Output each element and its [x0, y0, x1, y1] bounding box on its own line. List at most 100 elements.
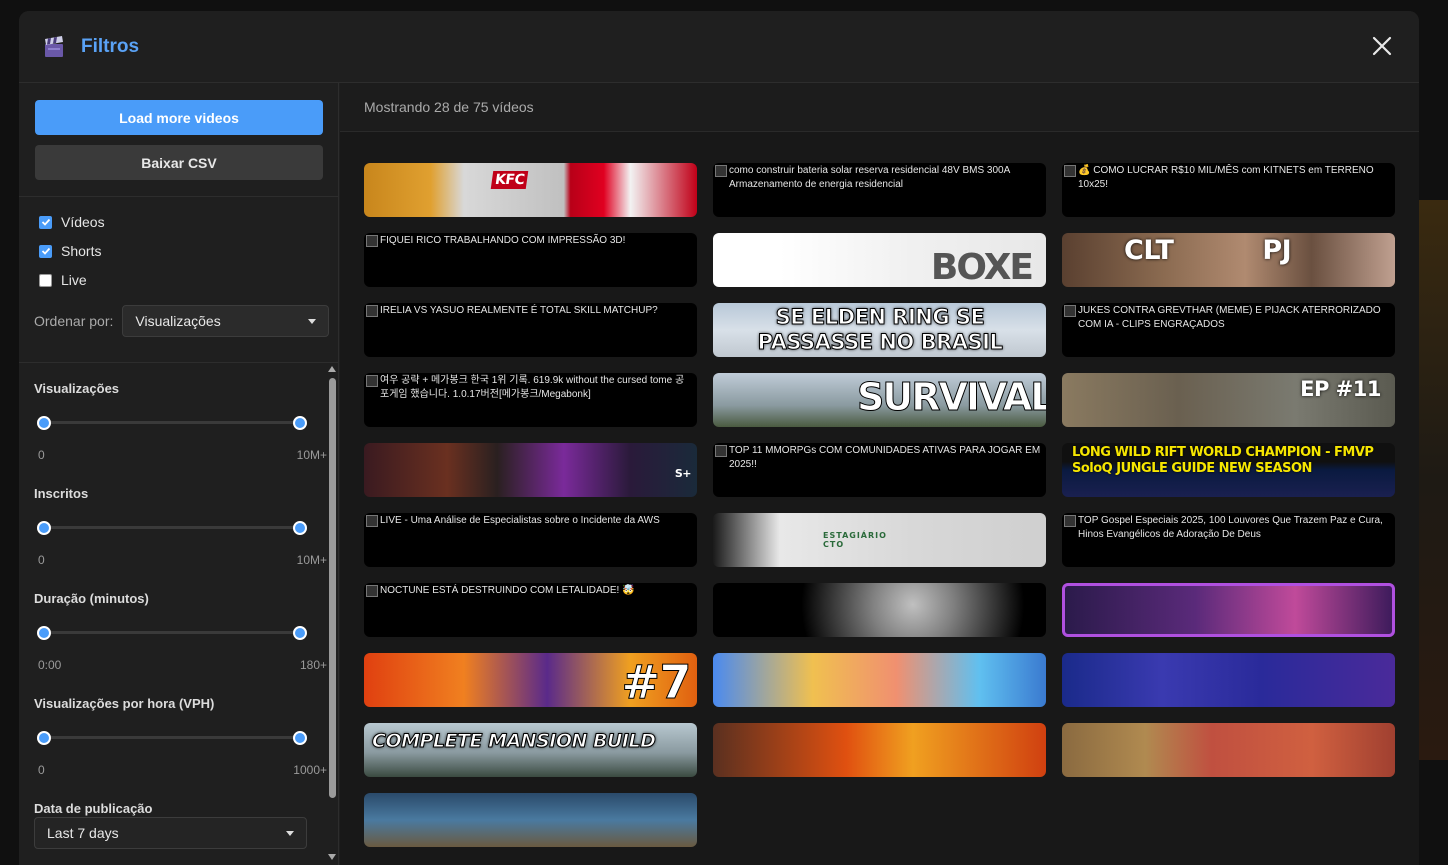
date-select[interactable]: Last 7 days [34, 817, 307, 849]
broken-image-icon [715, 165, 727, 177]
range-max-label: 180+ [299, 658, 327, 672]
video-card[interactable] [1062, 723, 1395, 777]
video-card[interactable]: ESTAGIÁRIO CTO [713, 513, 1046, 567]
broken-thumbnail-alt-text: TOP 11 MMORPGs COM COMUNIDADES ATIVAS PA… [713, 444, 1046, 472]
filters-modal: Filtros Load more videos Baixar CSV Víde… [19, 11, 1419, 865]
scroll-up-icon[interactable] [328, 366, 336, 372]
modal-header: Filtros [19, 11, 1419, 83]
video-card[interactable]: JUKES CONTRA GREVTHAR (MEME) E PIJACK AT… [1062, 303, 1395, 357]
scrollbar-thumb[interactable] [329, 378, 336, 798]
results-status-bar: Mostrando 28 de 75 vídeos [340, 83, 1419, 132]
checkbox-unchecked-icon[interactable] [39, 273, 52, 287]
broken-image-icon [366, 375, 378, 387]
video-title: 여우 공략 + 메가봉크 한국 1위 기록. 619.9k without th… [380, 375, 685, 400]
thumbnail-text: S+ [674, 467, 692, 480]
video-card[interactable] [713, 583, 1046, 637]
thumbnail-text: SE ELDEN RING SE PASSASSE NO BRASIL [757, 305, 1003, 355]
sort-select[interactable]: Visualizações [122, 305, 330, 337]
close-icon[interactable] [1371, 35, 1393, 57]
range-track[interactable] [44, 631, 300, 634]
sidebar-scrollbar[interactable] [327, 366, 337, 862]
range-track[interactable] [44, 736, 300, 739]
thumbnail-text: KFC [490, 171, 529, 189]
video-card[interactable]: #7 [364, 653, 697, 707]
video-card[interactable]: COMPLETE MANSION BUILD [364, 723, 697, 777]
video-card[interactable]: 여우 공략 + 메가봉크 한국 1위 기록. 619.9k without th… [364, 373, 697, 427]
chevron-down-icon [286, 830, 294, 836]
broken-image-icon [715, 445, 727, 457]
checkbox-videos[interactable]: Vídeos [39, 214, 105, 230]
range-max-handle[interactable] [293, 731, 307, 745]
video-title: LIVE - Uma Análise de Especialistas sobr… [380, 515, 660, 526]
video-card[interactable]: TOP Gospel Especiais 2025, 100 Louvores … [1062, 513, 1395, 567]
video-card[interactable]: IRELIA VS YASUO REALMENTE É TOTAL SKILL … [364, 303, 697, 357]
range-min-handle[interactable] [37, 731, 51, 745]
filter-duration: Duração (minutos) 0:00 180+ [34, 591, 327, 672]
date-value: Last 7 days [47, 825, 119, 841]
checkbox-shorts[interactable]: Shorts [39, 243, 101, 259]
video-card[interactable] [1062, 583, 1395, 637]
video-title: NOCTUNE ESTÁ DESTRUINDO COM LETALIDADE! … [380, 585, 635, 596]
thumbnail-text: #7 [621, 655, 692, 708]
video-card[interactable]: como construir bateria solar reserva res… [713, 163, 1046, 217]
video-card[interactable]: SE ELDEN RING SE PASSASSE NO BRASIL [713, 303, 1046, 357]
video-card[interactable]: SURVIVAL [713, 373, 1046, 427]
video-card[interactable]: KFC [364, 163, 697, 217]
video-title: 💰 COMO LUCRAR R$10 MIL/MÊS com KITNETS e… [1078, 165, 1374, 190]
clapperboard-icon [41, 35, 67, 59]
video-card[interactable] [364, 793, 697, 847]
video-card[interactable]: 💰 COMO LUCRAR R$10 MIL/MÊS com KITNETS e… [1062, 163, 1395, 217]
filter-date: Data de publicação [34, 801, 312, 816]
filter-label: Data de publicação [34, 801, 153, 816]
range-track[interactable] [44, 526, 300, 529]
video-card[interactable]: BOXE [713, 233, 1046, 287]
video-card[interactable]: FIQUEI RICO TRABALHANDO COM IMPRESSÃO 3D… [364, 233, 697, 287]
range-max-handle[interactable] [293, 626, 307, 640]
sort-row: Ordenar por: Visualizações [34, 305, 330, 337]
range-max-handle[interactable] [293, 521, 307, 535]
sort-value: Visualizações [135, 313, 221, 329]
video-card[interactable]: LONG WILD RIFT WORLD CHAMPION - FMVP Sol… [1062, 443, 1395, 497]
video-card[interactable] [713, 653, 1046, 707]
checkbox-label: Live [61, 272, 87, 288]
range-track[interactable] [44, 421, 300, 424]
divider [19, 362, 339, 363]
broken-thumbnail-alt-text: NOCTUNE ESTÁ DESTRUINDO COM LETALIDADE! … [364, 584, 639, 598]
checkbox-checked-icon[interactable] [39, 244, 52, 258]
range-min-handle[interactable] [37, 521, 51, 535]
checkbox-checked-icon[interactable] [39, 215, 52, 229]
range-max-handle[interactable] [293, 416, 307, 430]
checkbox-live[interactable]: Live [39, 272, 87, 288]
broken-image-icon [366, 585, 378, 597]
video-card[interactable] [713, 723, 1046, 777]
thumbnail-text: COMPLETE MANSION BUILD [371, 730, 656, 753]
video-title: FIQUEI RICO TRABALHANDO COM IMPRESSÃO 3D… [380, 235, 626, 246]
video-card[interactable]: LIVE - Uma Análise de Especialistas sobr… [364, 513, 697, 567]
video-card[interactable]: S+ [364, 443, 697, 497]
broken-thumbnail-alt-text: LIVE - Uma Análise de Especialistas sobr… [364, 514, 664, 528]
checkbox-label: Vídeos [61, 214, 105, 230]
video-card[interactable]: EP #11 [1062, 373, 1395, 427]
range-max-label: 10M+ [296, 448, 327, 462]
range-min-handle[interactable] [37, 626, 51, 640]
range-max-label: 1000+ [293, 763, 327, 777]
video-card[interactable]: TOP 11 MMORPGs COM COMUNIDADES ATIVAS PA… [713, 443, 1046, 497]
download-csv-button[interactable]: Baixar CSV [35, 145, 323, 180]
broken-thumbnail-alt-text: 💰 COMO LUCRAR R$10 MIL/MÊS com KITNETS e… [1062, 164, 1395, 192]
broken-image-icon [1064, 165, 1076, 177]
broken-image-icon [366, 235, 378, 247]
broken-image-icon [1064, 515, 1076, 527]
range-min-label: 0 [38, 448, 45, 462]
broken-image-icon [366, 515, 378, 527]
video-card[interactable]: CLT PJ [1062, 233, 1395, 287]
video-results: Mostrando 28 de 75 vídeos KFC como constr… [340, 83, 1419, 865]
video-card[interactable]: NOCTUNE ESTÁ DESTRUINDO COM LETALIDADE! … [364, 583, 697, 637]
thumbnail-text: LONG WILD RIFT WORLD CHAMPION - FMVP Sol… [1072, 445, 1374, 476]
video-title: JUKES CONTRA GREVTHAR (MEME) E PIJACK AT… [1078, 305, 1381, 330]
video-card[interactable] [1062, 653, 1395, 707]
broken-thumbnail-alt-text: JUKES CONTRA GREVTHAR (MEME) E PIJACK AT… [1062, 304, 1395, 332]
video-title: como construir bateria solar reserva res… [729, 165, 1010, 190]
scroll-down-icon[interactable] [328, 854, 336, 860]
load-more-button[interactable]: Load more videos [35, 100, 323, 135]
range-min-handle[interactable] [37, 416, 51, 430]
